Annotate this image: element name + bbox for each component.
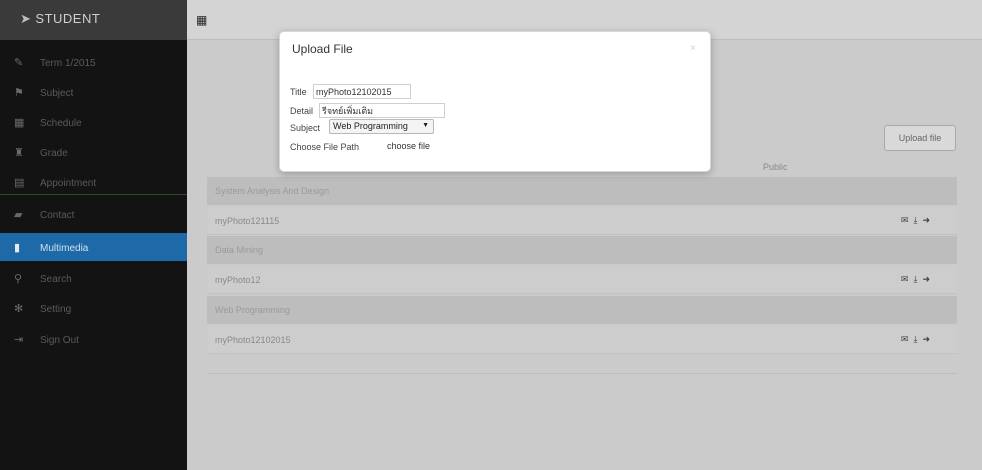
sign-out-icon: ⇥ [14,334,24,346]
sidebar-item-label: Term 1/2015 [40,58,96,69]
group-label: Data Mining [215,245,264,255]
subject-group-row: Web Programming [207,296,957,324]
sidebar-item-label: Schedule [40,118,82,129]
sidebar-item-multimedia[interactable]: ▮ Multimedia [0,233,187,261]
close-icon[interactable]: × [690,43,696,54]
send-icon: ➤ [20,11,32,26]
upload-file-modal: Upload File × Title Detail Subject Web P… [279,31,711,172]
group-label: Web Programming [215,305,290,315]
row-actions: ✉⤓➜ [901,215,935,226]
group-label: System Analysis And Design [215,186,330,196]
envelope-icon[interactable]: ✉ [901,215,914,225]
chevron-down-icon: ▼ [422,122,429,129]
subject-group-row: Data Mining [207,236,957,264]
sidebar-item-label: Subject [40,88,74,99]
share-icon[interactable]: ➜ [922,215,935,225]
grid-icon[interactable]: ▦ [196,14,208,26]
sidebar-item-subject[interactable]: ⚑ Subject [0,78,187,106]
sidebar-item-label: Appointment [40,178,97,189]
divider [207,373,957,374]
file-path-label: Choose File Path [290,142,360,152]
row-actions: ✉⤓➜ [901,334,935,345]
gear-icon: ✻ [14,303,24,315]
envelope-icon[interactable]: ✉ [901,334,914,344]
sidebar-item-label: Setting [40,304,72,315]
subject-group-row: System Analysis And Design [207,177,957,205]
subject-label: Subject [290,123,321,133]
brand[interactable]: ➤ STUDENT [0,0,187,40]
subject-select-value: Web Programming [333,121,408,131]
choose-file-button[interactable]: choose file [387,141,430,151]
table-row[interactable]: myPhoto12 ✉⤓➜ [207,266,957,294]
subject-select[interactable]: Web Programming ▼ [329,119,434,134]
upload-file-button[interactable]: Upload file [884,125,956,151]
public-column-header: Public [763,162,788,172]
sidebar-item-grade[interactable]: ♜ Grade [0,138,187,166]
sidebar-item-label: Sign Out [40,335,79,346]
file-name: myPhoto121115 [215,216,280,226]
brand-label: STUDENT [35,11,101,26]
sidebar-item-search[interactable]: ⚲ Search [0,264,187,292]
sidebar-item-schedule[interactable]: ▦ Schedule [0,108,187,136]
calendar-icon: ▦ [14,117,25,129]
envelope-icon[interactable]: ✉ [901,274,914,284]
sidebar-item-label: Multimedia [40,243,89,254]
sidebar-item-sign-out[interactable]: ⇥ Sign Out [0,325,187,353]
sidebar-item-label: Contact [40,210,75,221]
file-name: myPhoto12102015 [215,335,291,345]
sidebar-divider [0,194,187,195]
sidebar-item-setting[interactable]: ✻ Setting [0,294,187,322]
title-input[interactable] [313,84,411,99]
sidebar-item-term[interactable]: ✎ Term 1/2015 [0,48,187,76]
search-icon: ⚲ [14,273,23,285]
file-name: myPhoto12 [215,275,261,285]
sidebar-item-appointment[interactable]: ▤ Appointment [0,168,187,196]
book-icon: ▰ [14,209,23,221]
sidebar: ✎ Term 1/2015 ⚑ Subject ▦ Schedule ♜ Grade ▤… [0,40,187,470]
edit-icon: ✎ [14,57,24,69]
detail-label: Detail [290,106,314,116]
list-icon: ▤ [14,177,25,189]
table-row[interactable]: myPhoto121115 ✉⤓➜ [207,207,957,235]
row-actions: ✉⤓➜ [901,274,935,285]
title-label: Title [290,87,307,97]
detail-input[interactable] [319,103,445,118]
sidebar-item-label: Search [40,274,72,285]
share-icon[interactable]: ➜ [922,334,935,344]
flag-icon: ⚑ [14,87,24,99]
modal-title: Upload File [292,42,353,56]
file-icon: ▮ [14,242,21,254]
share-icon[interactable]: ➜ [922,274,935,284]
sidebar-item-contact[interactable]: ▰ Contact [0,200,187,228]
graduation-cap-icon: ♜ [14,147,24,159]
sidebar-item-label: Grade [40,148,68,159]
table-row[interactable]: myPhoto12102015 ✉⤓➜ [207,326,957,354]
